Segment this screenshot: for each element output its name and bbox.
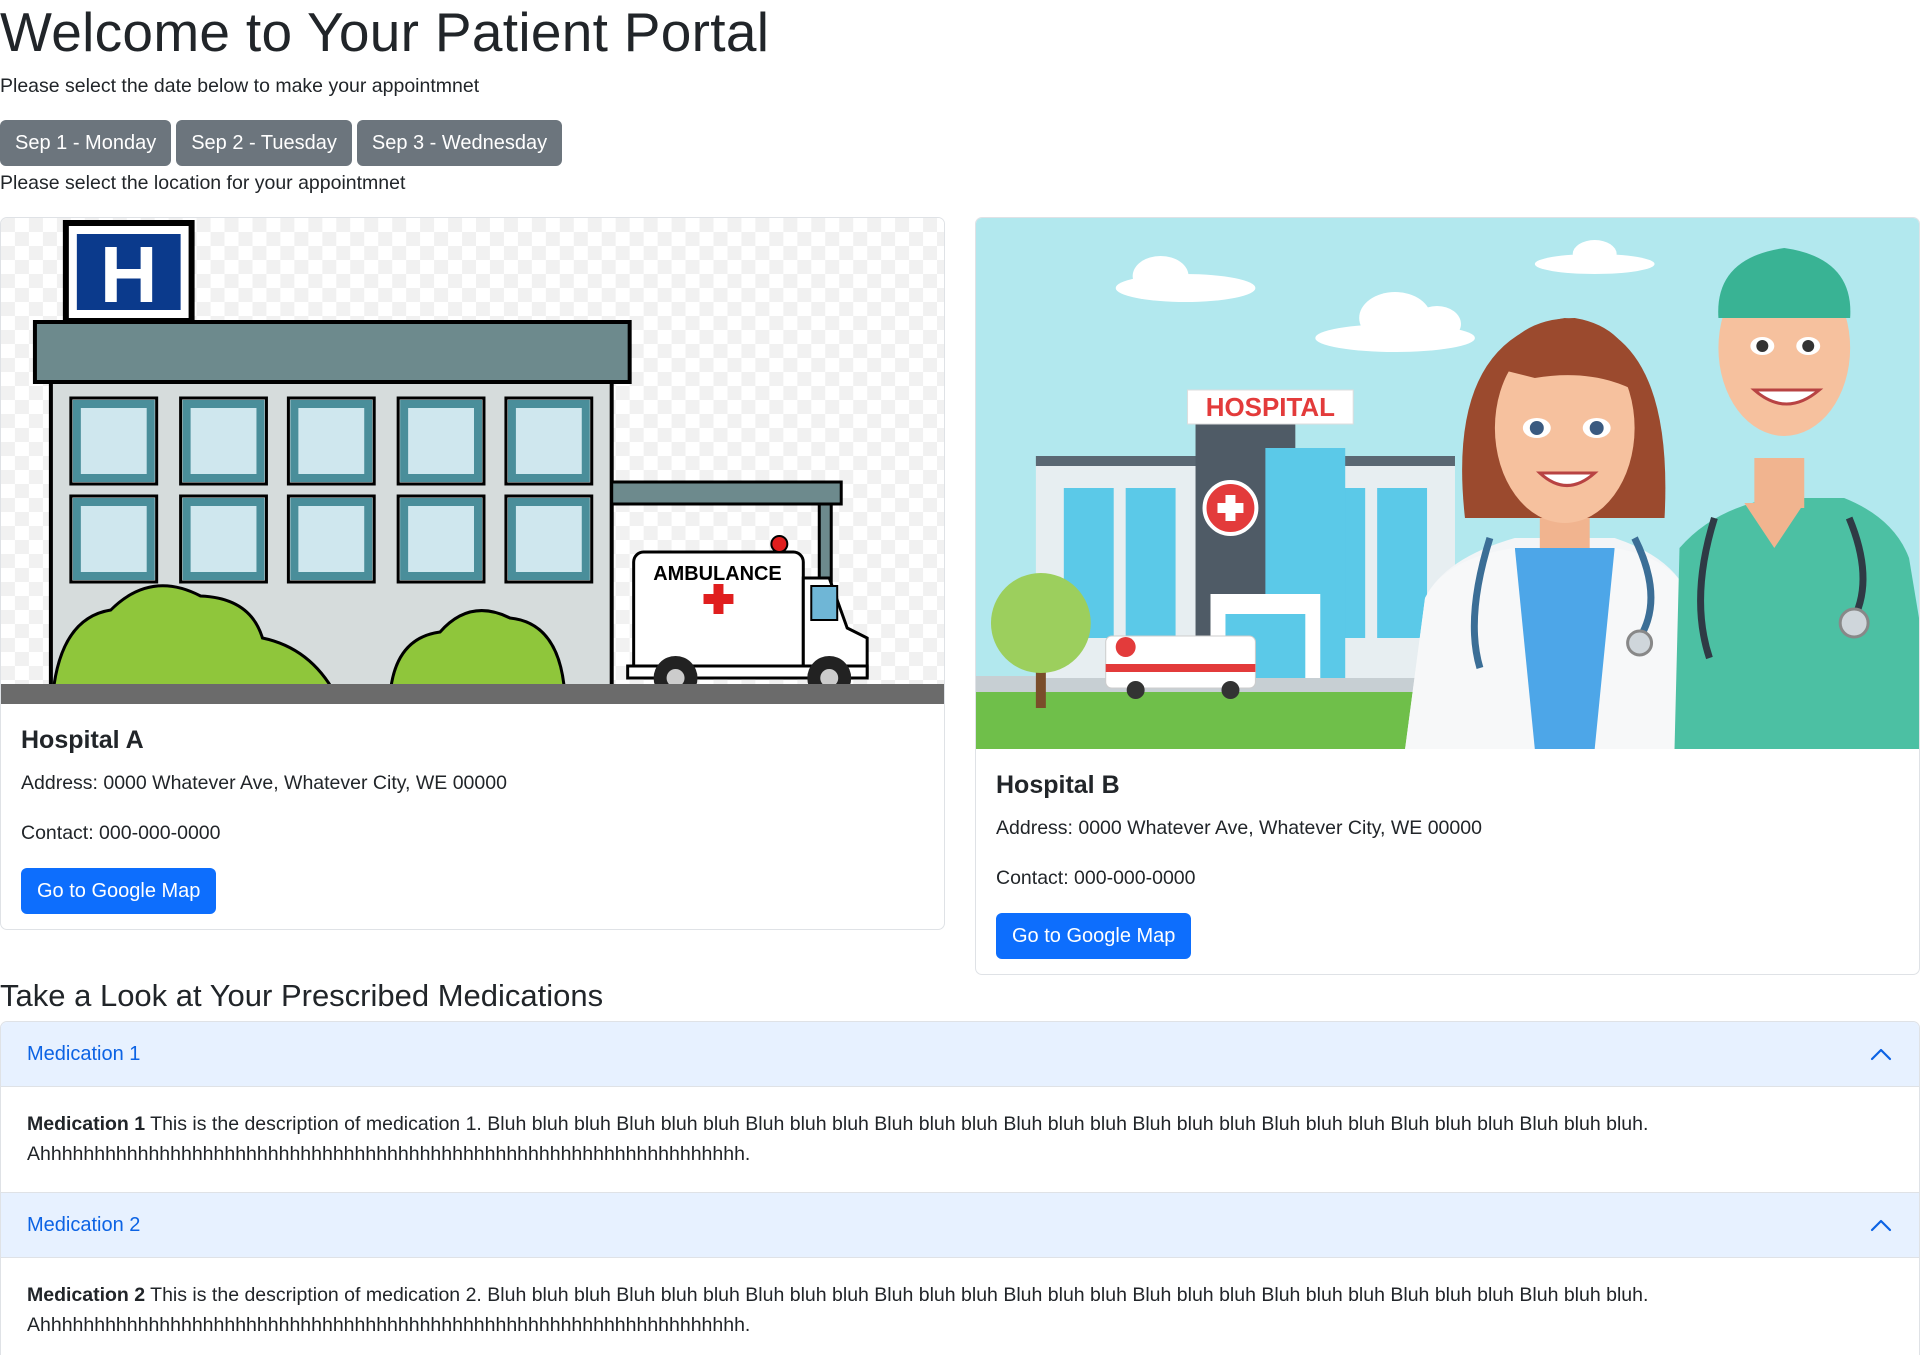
medications-accordion: Medication 1 Medication 1 This is the de…: [0, 1021, 1920, 1355]
page-title: Welcome to Your Patient Portal: [0, 1, 770, 63]
medication-2-body: Medication 2 This is the description of …: [1, 1258, 1919, 1355]
date-button-sep-2[interactable]: Sep 2 - Tuesday: [176, 120, 352, 166]
medications-title: Take a Look at Your Prescribed Medicatio…: [0, 978, 604, 1013]
medication-1-header[interactable]: Medication 1: [1, 1022, 1919, 1087]
medication-2-description: This is the description of medication 2.…: [145, 1284, 1649, 1306]
medication-2-header[interactable]: Medication 2: [1, 1193, 1919, 1258]
medication-1-description-cont: Ahhhhhhhhhhhhhhhhhhhhhhhhhhhhhhhhhhhhhhh…: [27, 1143, 751, 1165]
date-instruction: Please select the date below to make you…: [0, 75, 480, 97]
medication-1-bold-name: Medication 1: [27, 1113, 146, 1135]
hospital-a-address: Address: 0000 Whatever Ave, Whatever Cit…: [21, 772, 507, 794]
hospital-b-map-button[interactable]: Go to Google Map: [996, 913, 1192, 959]
chevron-up-icon: [1870, 1219, 1892, 1232]
hospital-b-name: Hospital B: [996, 771, 1120, 799]
location-instruction: Please select the location for your appo…: [0, 172, 406, 194]
date-button-sep-1[interactable]: Sep 1 - Monday: [0, 120, 172, 166]
hospital-a-name: Hospital A: [21, 726, 144, 754]
hospital-a-map-button[interactable]: Go to Google Map: [21, 868, 217, 914]
medication-2-header-label: Medication 2: [27, 1213, 141, 1236]
hospital-card-b: HOSPITAL Hospital B Address: 0000 Whatev…: [975, 217, 1920, 975]
date-selector: Sep 1 - Monday Sep 2 - Tuesday Sep 3 - W…: [0, 120, 563, 166]
medication-1-body: Medication 1 This is the description of …: [1, 1087, 1919, 1192]
hospital-b-address: Address: 0000 Whatever Ave, Whatever Cit…: [996, 817, 1482, 839]
medication-2-bold-name: Medication 2: [27, 1284, 146, 1306]
hospital-b-image: HOSPITAL: [976, 218, 1919, 749]
date-button-sep-3[interactable]: Sep 3 - Wednesday: [356, 120, 563, 166]
ambulance-label: AMBULANCE: [653, 563, 782, 585]
medication-item: Medication 1 Medication 1 This is the de…: [1, 1022, 1919, 1192]
hospital-a-contact: Contact: 000-000-0000: [21, 822, 221, 844]
hospital-sign-label: HOSPITAL: [1206, 392, 1335, 422]
medication-1-description: This is the description of medication 1.…: [145, 1113, 1649, 1135]
medication-item: Medication 2 Medication 2 This is the de…: [1, 1192, 1919, 1355]
chevron-up-icon: [1870, 1048, 1892, 1061]
medication-1-header-label: Medication 1: [27, 1042, 141, 1065]
hospital-a-image: H AMBULANCE: [1, 218, 944, 704]
svg-text:H: H: [100, 230, 158, 319]
hospital-card-a: H AMBULANCE Hospital A Address: 0000 Wha…: [0, 217, 945, 930]
hospital-b-contact: Contact: 000-000-0000: [996, 867, 1196, 889]
medication-2-description-cont: Ahhhhhhhhhhhhhhhhhhhhhhhhhhhhhhhhhhhhhhh…: [27, 1314, 751, 1336]
